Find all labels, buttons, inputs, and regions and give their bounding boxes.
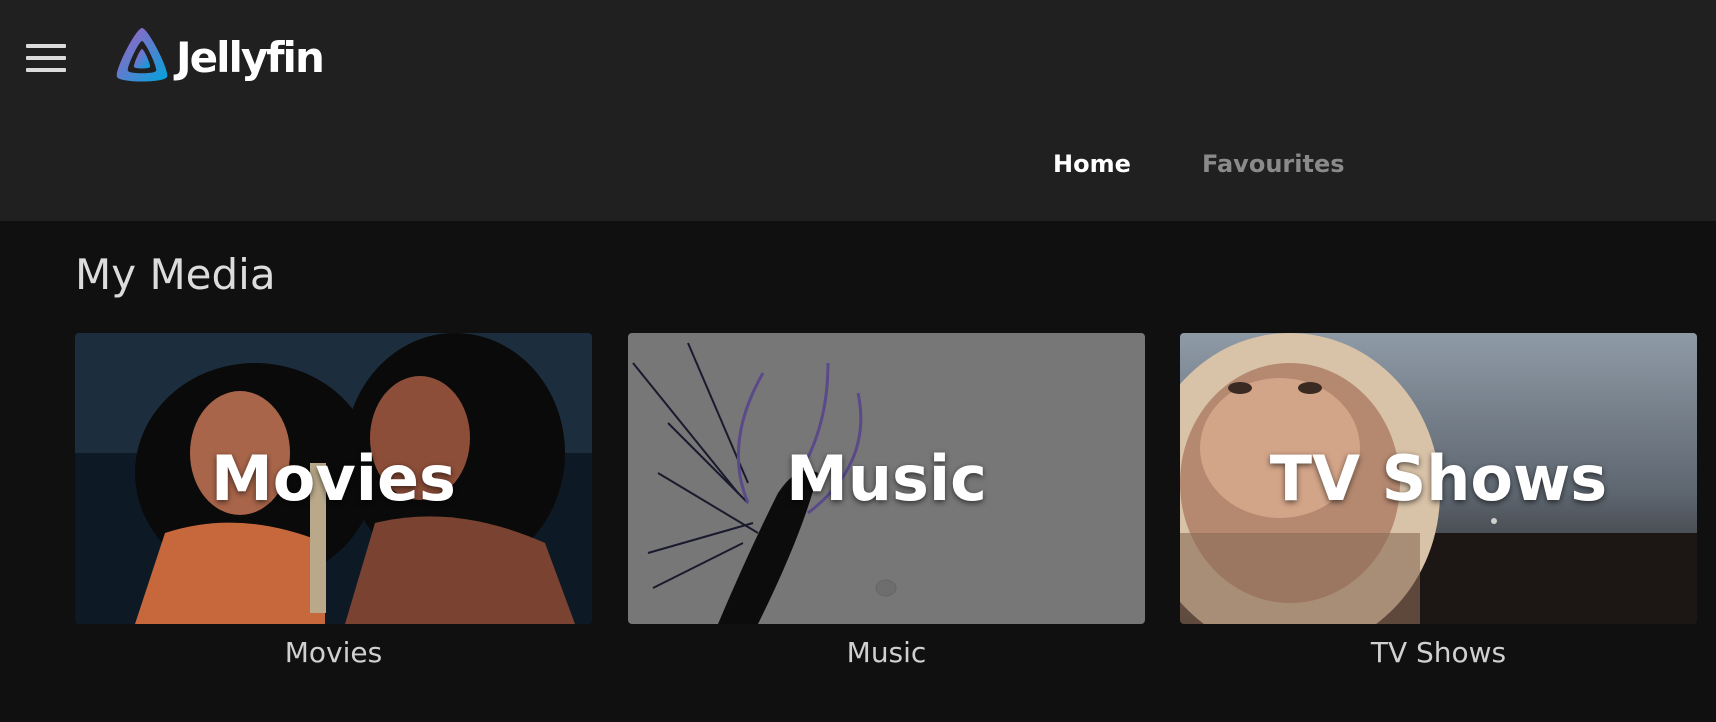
library-card-image[interactable]: Movies [75,333,592,624]
library-card-movies[interactable]: Movies Movies [75,333,592,669]
tab-home[interactable]: Home [1053,150,1131,178]
library-card-tv-shows[interactable]: TV Shows TV Shows [1180,333,1697,669]
library-card-title: TV Shows [1269,442,1608,515]
library-card-music[interactable]: Music Music [628,333,1145,669]
header-tabs: Home Favourites [0,150,1716,190]
library-card-image[interactable]: TV Shows [1180,333,1697,624]
library-card-label[interactable]: Music [628,636,1145,669]
library-card-label[interactable]: Movies [75,636,592,669]
library-card-title: Music [786,442,987,515]
hamburger-menu-icon[interactable] [26,44,66,74]
jellyfin-logo-icon [116,28,168,82]
jellyfin-logo[interactable]: Jellyfin [110,25,325,89]
library-card-image[interactable]: Music [628,333,1145,624]
app-name: Jellyfin [176,32,325,82]
library-card-label[interactable]: TV Shows [1180,636,1697,669]
app-header: Jellyfin Home Favourites [0,0,1716,221]
tab-favourites[interactable]: Favourites [1202,150,1345,178]
section-title: My Media [75,250,276,299]
library-card-title: Movies [211,442,456,515]
